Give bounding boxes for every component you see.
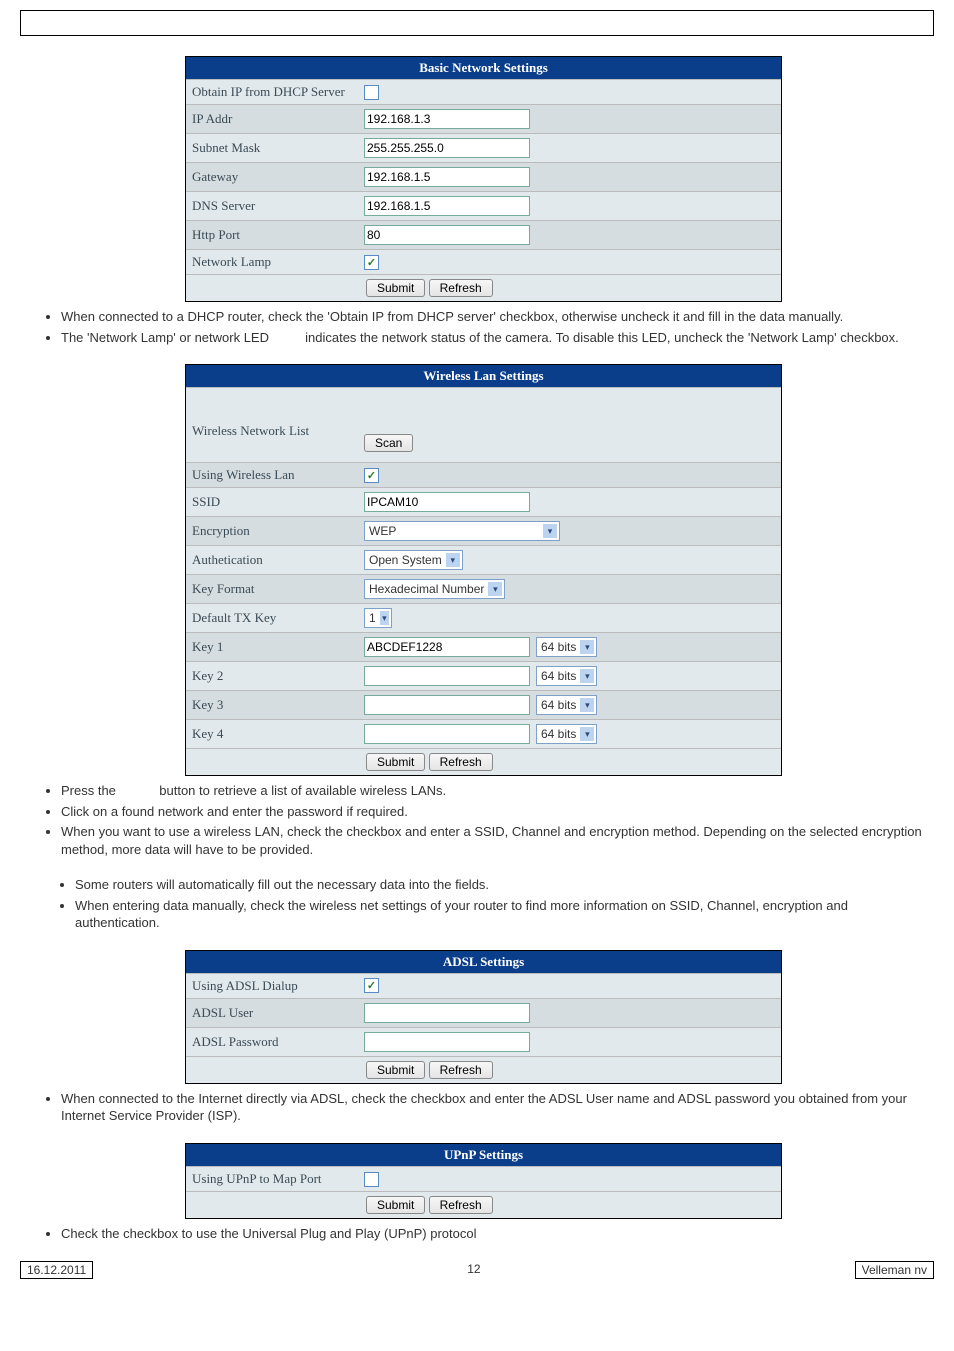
key2-label: Key 2 [186, 662, 358, 690]
doc-header-box [20, 10, 934, 36]
submit-button[interactable]: Submit [366, 1196, 425, 1214]
key1-bits-select[interactable]: 64 bits▾ [536, 637, 597, 657]
adsl-panel: ADSL Settings Using ADSL Dialup ✓ ADSL U… [185, 950, 782, 1084]
adsl-user-input[interactable] [364, 1003, 530, 1023]
adsl-using-checkbox[interactable]: ✓ [364, 978, 379, 993]
adsl-pass-input[interactable] [364, 1032, 530, 1052]
adsl-pass-label: ADSL Password [186, 1028, 358, 1056]
network-lamp-checkbox[interactable]: ✓ [364, 255, 379, 270]
gateway-input[interactable] [364, 167, 530, 187]
submit-button[interactable]: Submit [366, 753, 425, 771]
page-footer: 16.12.2011 12 Velleman nv [20, 1261, 934, 1279]
footer-page: 12 [461, 1261, 486, 1279]
default-tx-select[interactable]: 1 ▾ [364, 608, 392, 628]
auth-select[interactable]: Open System ▾ [364, 550, 463, 570]
dns-input[interactable] [364, 196, 530, 216]
ssid-label: SSID [186, 488, 358, 516]
http-port-input[interactable] [364, 225, 530, 245]
basic-network-panel: Basic Network Settings Obtain IP from DH… [185, 56, 782, 302]
encryption-select[interactable]: WEP ▾ [364, 521, 560, 541]
footer-date: 16.12.2011 [20, 1261, 93, 1279]
network-lamp-label: Network Lamp [186, 250, 358, 274]
upnp-using-checkbox[interactable] [364, 1172, 379, 1187]
body-text: Check the checkbox to use the Universal … [61, 1225, 929, 1243]
chevron-down-icon: ▾ [580, 727, 594, 741]
body-text: Click on a found network and enter the p… [61, 803, 929, 821]
gateway-label: Gateway [186, 163, 358, 191]
body-text: Some routers will automatically fill out… [75, 876, 929, 894]
chevron-down-icon: ▾ [580, 698, 594, 712]
key4-bits-select[interactable]: 64 bits▾ [536, 724, 597, 744]
body-text: When connected to a DHCP router, check t… [61, 308, 929, 326]
key2-input[interactable] [364, 666, 530, 686]
wlist-label: Wireless Network List [186, 388, 358, 462]
wireless-panel: Wireless Lan Settings Wireless Network L… [185, 364, 782, 776]
body-sublist-2: Some routers will automatically fill out… [39, 876, 929, 932]
chevron-down-icon: ▾ [488, 582, 502, 596]
body-list-2: Press the button to retrieve a list of a… [25, 782, 929, 858]
ssid-input[interactable] [364, 492, 530, 512]
key1-label: Key 1 [186, 633, 358, 661]
submit-button[interactable]: Submit [366, 279, 425, 297]
body-text: The 'Network Lamp' or network LED indica… [61, 329, 929, 347]
obtain-ip-label: Obtain IP from DHCP Server [186, 80, 358, 104]
upnp-using-label: Using UPnP to Map Port [186, 1167, 358, 1191]
panel-title: ADSL Settings [186, 951, 781, 973]
panel-title: Basic Network Settings [186, 57, 781, 79]
chevron-down-icon: ▾ [543, 524, 557, 538]
key3-bits-select[interactable]: 64 bits▾ [536, 695, 597, 715]
adsl-using-label: Using ADSL Dialup [186, 974, 358, 998]
default-tx-label: Default TX Key [186, 604, 358, 632]
upnp-panel: UPnP Settings Using UPnP to Map Port Sub… [185, 1143, 782, 1219]
ip-addr-label: IP Addr [186, 105, 358, 133]
refresh-button[interactable]: Refresh [429, 279, 493, 297]
chevron-down-icon: ▾ [380, 611, 389, 625]
http-port-label: Http Port [186, 221, 358, 249]
scan-button[interactable]: Scan [364, 434, 413, 452]
chevron-down-icon: ▾ [580, 669, 594, 683]
body-text: Press the button to retrieve a list of a… [61, 782, 929, 800]
using-wlan-checkbox[interactable]: ✓ [364, 468, 379, 483]
body-text: When connected to the Internet directly … [61, 1090, 929, 1125]
ip-addr-input[interactable] [364, 109, 530, 129]
dns-label: DNS Server [186, 192, 358, 220]
body-list-4: Check the checkbox to use the Universal … [25, 1225, 929, 1243]
footer-brand: Velleman nv [855, 1261, 934, 1279]
encryption-label: Encryption [186, 517, 358, 545]
content-area: Basic Network Settings Obtain IP from DH… [25, 56, 929, 1243]
key4-input[interactable] [364, 724, 530, 744]
subnet-label: Subnet Mask [186, 134, 358, 162]
body-list-1: When connected to a DHCP router, check t… [25, 308, 929, 346]
key2-bits-select[interactable]: 64 bits▾ [536, 666, 597, 686]
adsl-user-label: ADSL User [186, 999, 358, 1027]
body-text: When you want to use a wireless LAN, che… [61, 823, 929, 858]
panel-title: Wireless Lan Settings [186, 365, 781, 387]
chevron-down-icon: ▾ [446, 553, 460, 567]
body-list-3: When connected to the Internet directly … [25, 1090, 929, 1125]
body-text: When entering data manually, check the w… [75, 897, 929, 932]
subnet-input[interactable] [364, 138, 530, 158]
obtain-ip-checkbox[interactable] [364, 85, 379, 100]
refresh-button[interactable]: Refresh [429, 1196, 493, 1214]
chevron-down-icon: ▾ [580, 640, 594, 654]
submit-button[interactable]: Submit [366, 1061, 425, 1079]
key1-input[interactable] [364, 637, 530, 657]
key3-label: Key 3 [186, 691, 358, 719]
refresh-button[interactable]: Refresh [429, 1061, 493, 1079]
keyformat-label: Key Format [186, 575, 358, 603]
key3-input[interactable] [364, 695, 530, 715]
using-wlan-label: Using Wireless Lan [186, 463, 358, 487]
keyformat-select[interactable]: Hexadecimal Number ▾ [364, 579, 505, 599]
panel-title: UPnP Settings [186, 1144, 781, 1166]
auth-label: Authetication [186, 546, 358, 574]
key4-label: Key 4 [186, 720, 358, 748]
refresh-button[interactable]: Refresh [429, 753, 493, 771]
